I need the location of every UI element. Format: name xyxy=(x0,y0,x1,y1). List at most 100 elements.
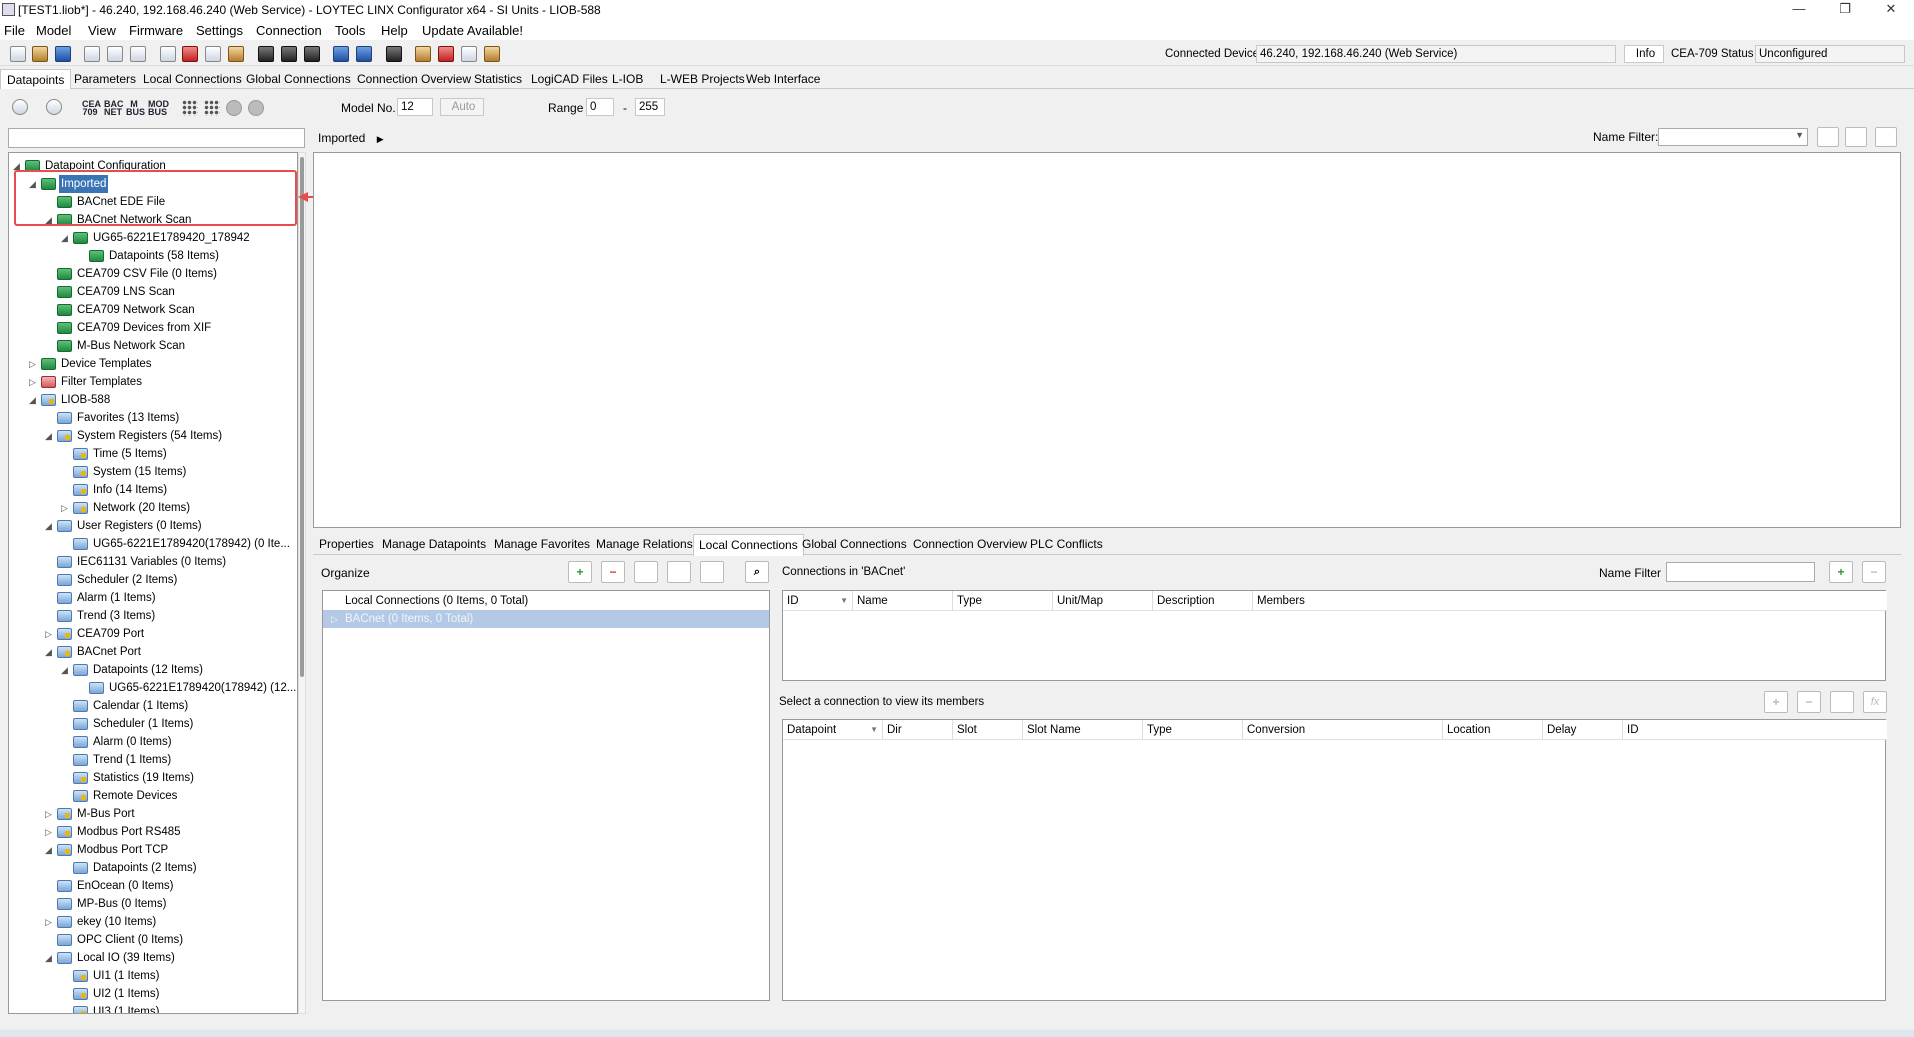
menu-firmware[interactable]: Firmware xyxy=(129,23,183,38)
range-from-input[interactable]: 0 xyxy=(586,98,614,116)
scrollbar-thumb[interactable] xyxy=(300,157,304,677)
star-icon[interactable] xyxy=(12,99,28,115)
tab-manage-datapoints[interactable]: Manage Datapoints xyxy=(382,537,486,551)
upload-device-icon[interactable] xyxy=(281,46,297,62)
tab-plc-conflicts[interactable]: PLC Conflicts xyxy=(1030,537,1103,551)
tree-node[interactable]: Info (14 Items) xyxy=(9,481,297,499)
close-button[interactable]: ✕ xyxy=(1868,0,1914,20)
tree-node[interactable]: ◢ UG65-6221E1789420_178942 xyxy=(9,229,297,247)
modbus-icon[interactable]: MOD BUS xyxy=(148,100,169,117)
add-member-icon[interactable]: + xyxy=(1764,691,1788,713)
hand-icon[interactable] xyxy=(46,99,62,115)
tree-node[interactable]: Alarm (0 Items) xyxy=(9,733,297,751)
expand-arrow-icon[interactable]: ▷ xyxy=(45,823,55,841)
column-header-location[interactable]: Location xyxy=(1443,720,1543,740)
tree-node[interactable]: ▷ ekey (10 Items) xyxy=(9,913,297,931)
tree-item-bacnet[interactable]: ▷ BACnet (0 Items, 0 Total) xyxy=(323,610,769,628)
breadcrumb-item[interactable]: Imported xyxy=(318,131,365,145)
scan-icon[interactable] xyxy=(248,100,264,116)
tab-manage-favorites[interactable]: Manage Favorites xyxy=(494,537,590,551)
filter-clear-icon[interactable] xyxy=(1845,127,1867,147)
tree-node[interactable]: Scheduler (1 Items) xyxy=(9,715,297,733)
expand-arrow-icon[interactable]: ▷ xyxy=(45,805,55,823)
tree-node[interactable]: ◢ User Registers (0 Items) xyxy=(9,517,297,535)
minimize-button[interactable]: — xyxy=(1776,0,1822,20)
tree-node[interactable]: ▷ Device Templates xyxy=(9,355,297,373)
tree-node[interactable]: IEC61131 Variables (0 Items) xyxy=(9,553,297,571)
redo-icon[interactable] xyxy=(130,46,146,62)
column-header-delay[interactable]: Delay xyxy=(1543,720,1623,740)
copy-connection-icon[interactable] xyxy=(667,561,691,583)
grid-icon[interactable] xyxy=(182,100,198,116)
tree-node[interactable]: OPC Client (0 Items) xyxy=(9,931,297,949)
open-file-icon[interactable] xyxy=(32,46,48,62)
tree-node[interactable]: ◢ System Registers (54 Items) xyxy=(9,427,297,445)
tree-node[interactable]: EnOcean (0 Items) xyxy=(9,877,297,895)
datapoint-list-area[interactable] xyxy=(313,152,1901,528)
collapse-arrow-icon[interactable]: ◢ xyxy=(45,949,55,967)
mbus-icon[interactable]: M BUS xyxy=(126,100,145,117)
tab-l-iob[interactable]: L-IOB xyxy=(612,72,643,86)
breadcrumb-arrow-icon[interactable]: ▶ xyxy=(377,134,384,144)
menu-view[interactable]: View xyxy=(88,23,116,38)
expand-arrow-icon[interactable]: ▷ xyxy=(45,625,55,643)
tree-node[interactable]: ◢ Datapoints (12 Items) xyxy=(9,661,297,679)
tree-node[interactable]: Scheduler (2 Items) xyxy=(9,571,297,589)
expand-arrow-icon[interactable]: ▷ xyxy=(29,355,39,373)
tree-node[interactable]: M-Bus Network Scan xyxy=(9,337,297,355)
name-filter-select[interactable]: ▼ xyxy=(1658,128,1808,146)
undo-icon[interactable] xyxy=(107,46,123,62)
column-header-dir[interactable]: Dir xyxy=(883,720,953,740)
tab-connection-overview-detail[interactable]: Connection Overview xyxy=(913,537,1027,551)
disconnect-icon[interactable] xyxy=(356,46,372,62)
tree-node[interactable]: ◢ Local IO (39 Items) xyxy=(9,949,297,967)
tree-node[interactable]: Trend (3 Items) xyxy=(9,607,297,625)
expand-arrow-icon[interactable]: ▷ xyxy=(29,373,39,391)
collapse-arrow-icon[interactable]: ◢ xyxy=(61,229,71,247)
tree-node[interactable]: ◢ LIOB-588 xyxy=(9,391,297,409)
cea709-icon[interactable]: CEA 709 xyxy=(82,100,101,117)
firmware-icon[interactable] xyxy=(386,46,402,62)
menu-settings[interactable]: Settings xyxy=(196,23,243,38)
tree-node[interactable]: Calendar (1 Items) xyxy=(9,697,297,715)
auto-button[interactable]: Auto xyxy=(440,98,484,116)
collapse-arrow-icon[interactable]: ◢ xyxy=(61,661,71,679)
tree-node[interactable]: Remote Devices xyxy=(9,787,297,805)
tab-global-connections-detail[interactable]: Global Connections xyxy=(802,537,907,551)
menu-connection[interactable]: Connection xyxy=(256,23,322,38)
tree-node[interactable]: ▷ Modbus Port RS485 xyxy=(9,823,297,841)
collapse-arrow-icon[interactable]: ◢ xyxy=(45,643,55,661)
name-filter-2-input[interactable] xyxy=(1666,562,1815,582)
tree-scrollbar[interactable] xyxy=(298,152,306,1014)
tree-node[interactable]: UI2 (1 Items) xyxy=(9,985,297,1003)
column-header-member-type[interactable]: Type xyxy=(1143,720,1243,740)
tab-parameters[interactable]: Parameters xyxy=(74,72,136,86)
tab-connection-overview[interactable]: Connection Overview xyxy=(357,72,471,86)
info-button[interactable]: Info xyxy=(1624,45,1664,63)
remove-member-icon[interactable]: − xyxy=(1797,691,1821,713)
tree-item-local-connections[interactable]: Local Connections (0 Items, 0 Total) xyxy=(323,592,769,610)
new-file-icon[interactable] xyxy=(10,46,26,62)
list-icon[interactable] xyxy=(484,46,500,62)
column-header-name[interactable]: Name xyxy=(853,591,953,611)
tree-node[interactable]: MP-Bus (0 Items) xyxy=(9,895,297,913)
search-folder-icon[interactable] xyxy=(1875,127,1897,147)
window-icon[interactable] xyxy=(205,46,221,62)
column-header-conversion[interactable]: Conversion xyxy=(1243,720,1443,740)
collapse-arrow-icon[interactable]: ◢ xyxy=(45,427,55,445)
filter-options-icon[interactable] xyxy=(1817,127,1839,147)
expand-arrow-icon[interactable]: ▷ xyxy=(331,610,338,628)
tree-node[interactable]: Statistics (19 Items) xyxy=(9,769,297,787)
tree-node[interactable]: Trend (1 Items) xyxy=(9,751,297,769)
tree-node[interactable]: CEA709 Network Scan xyxy=(9,301,297,319)
tab-l-web-projects[interactable]: L-WEB Projects xyxy=(660,72,745,86)
save-icon[interactable] xyxy=(55,46,71,62)
transfer-icon[interactable] xyxy=(461,46,477,62)
member-settings-icon[interactable] xyxy=(1830,691,1854,713)
device-sync-icon[interactable] xyxy=(304,46,320,62)
refresh-icon[interactable] xyxy=(226,100,242,116)
tree-node[interactable]: CEA709 CSV File (0 Items) xyxy=(9,265,297,283)
tree-node[interactable]: System (15 Items) xyxy=(9,463,297,481)
column-header-members[interactable]: Members xyxy=(1253,591,1887,611)
collapse-arrow-icon[interactable]: ◢ xyxy=(29,391,39,409)
